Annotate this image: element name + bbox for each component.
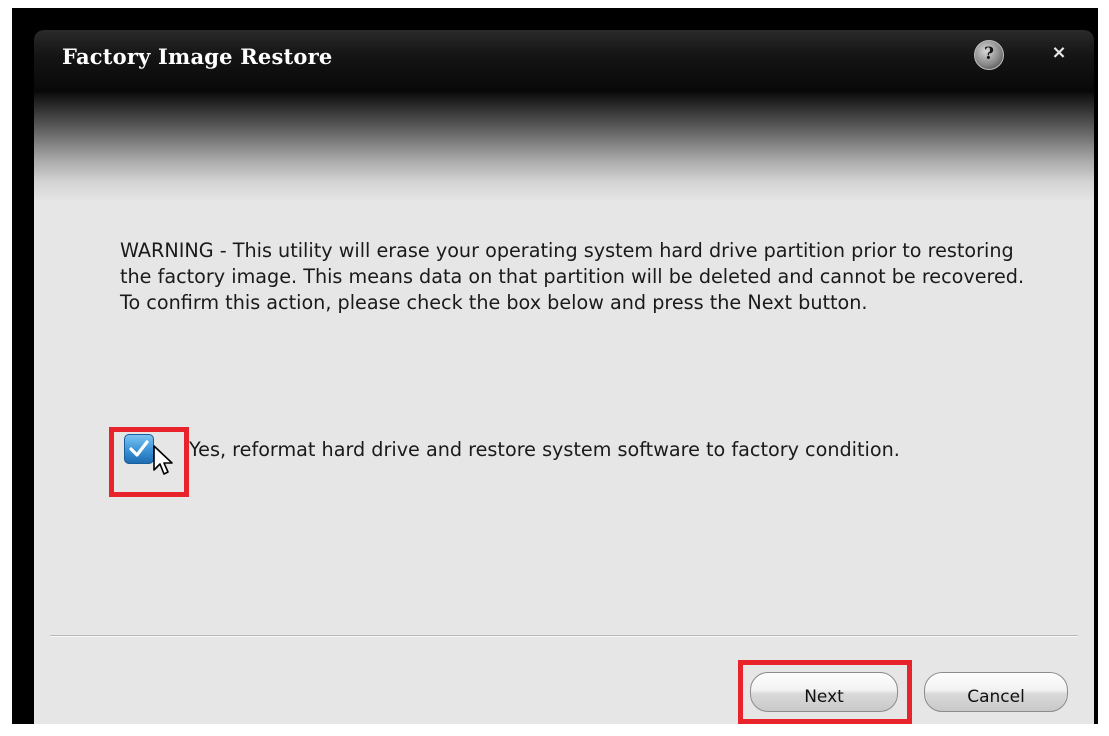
checkmark-icon	[129, 440, 149, 457]
confirm-checkbox[interactable]	[124, 434, 154, 464]
divider	[50, 635, 1078, 636]
cancel-button[interactable]: Cancel	[924, 672, 1068, 712]
help-icon: ?	[984, 44, 994, 64]
warning-text: WARNING - This utility will erase your o…	[120, 239, 1025, 314]
screen: Factory Image Restore ? × WARNING - This…	[0, 0, 1109, 736]
mouse-cursor-icon	[153, 445, 173, 475]
help-button[interactable]: ?	[974, 40, 1004, 70]
dialog-window: Factory Image Restore ? × WARNING - This…	[12, 8, 1098, 724]
close-button[interactable]: ×	[1048, 42, 1070, 64]
window-title: Factory Image Restore	[62, 44, 333, 69]
header-gradient	[34, 92, 1094, 202]
next-button[interactable]: Next	[750, 672, 898, 712]
confirm-checkbox-label[interactable]: Yes, reformat hard drive and restore sys…	[189, 438, 900, 461]
title-bar[interactable]: Factory Image Restore ? ×	[34, 30, 1094, 92]
dialog-content: WARNING - This utility will erase your o…	[34, 92, 1094, 724]
